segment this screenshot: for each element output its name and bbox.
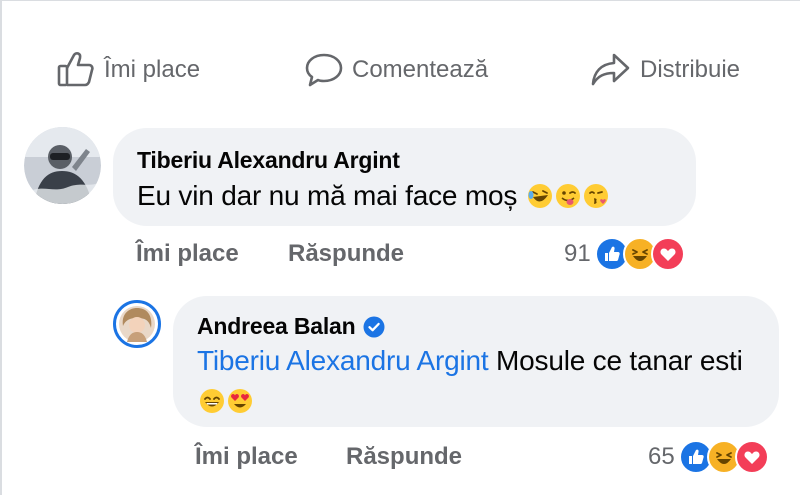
- share-action-label: Distribuie: [640, 56, 741, 83]
- reply-reply-button[interactable]: Răspunde: [346, 443, 462, 471]
- thumbs-up-icon: [56, 51, 96, 89]
- like-action-button[interactable]: Îmi place: [56, 50, 200, 90]
- reply-bubble: Andreea Balan Tiberiu Alexandru Argint M…: [173, 296, 779, 427]
- comment-text: Tiberiu Alexandru Argint Mosule ce tanar…: [197, 341, 757, 421]
- comment-body: Eu vin dar nu mă mai face moș: [137, 180, 518, 211]
- comment-reply-button[interactable]: Răspunde: [288, 240, 404, 268]
- frame-border-left: [0, 0, 2, 495]
- avatar[interactable]: [113, 300, 161, 348]
- comment-text: Eu vin dar nu mă mai face moș: [137, 176, 609, 216]
- comment-action-button[interactable]: Comentează: [304, 50, 488, 90]
- love-reaction-icon: [650, 237, 685, 271]
- comment-like-button[interactable]: Îmi place: [136, 240, 239, 268]
- comment-action-label: Comentează: [352, 56, 489, 83]
- comment-author[interactable]: Tiberiu Alexandru Argint: [137, 147, 400, 174]
- love-reaction-icon: [734, 440, 769, 474]
- grinning-face-with-smiling-eyes-icon: [199, 385, 225, 413]
- speech-bubble-icon: [304, 51, 344, 89]
- reply-like-button[interactable]: Îmi place: [195, 443, 298, 471]
- comment-body: Mosule ce tanar esti: [488, 345, 743, 376]
- face-blowing-kiss-icon: [583, 180, 609, 208]
- reaction-summary[interactable]: 91: [564, 237, 685, 271]
- reply-author-name[interactable]: Andreea Balan: [197, 313, 356, 340]
- mention-link[interactable]: Tiberiu Alexandru Argint: [197, 345, 489, 376]
- comment-bubble: Tiberiu Alexandru Argint Eu vin dar nu m…: [113, 128, 696, 226]
- reaction-count: 65: [648, 443, 675, 470]
- reaction-count: 91: [564, 240, 591, 267]
- comment-author: Andreea Balan: [197, 313, 385, 340]
- like-action-label: Îmi place: [104, 56, 201, 83]
- share-action-button[interactable]: Distribuie: [590, 50, 740, 90]
- winking-face-with-tongue-icon: [555, 180, 581, 208]
- reaction-summary[interactable]: 65: [648, 440, 769, 474]
- share-arrow-icon: [590, 51, 632, 89]
- frame-border-top: [0, 0, 800, 1]
- smiling-face-with-heart-eyes-icon: [227, 385, 253, 413]
- avatar[interactable]: [24, 127, 101, 204]
- verified-badge-icon: [363, 316, 385, 338]
- rolling-on-floor-laughing-icon: [527, 180, 553, 208]
